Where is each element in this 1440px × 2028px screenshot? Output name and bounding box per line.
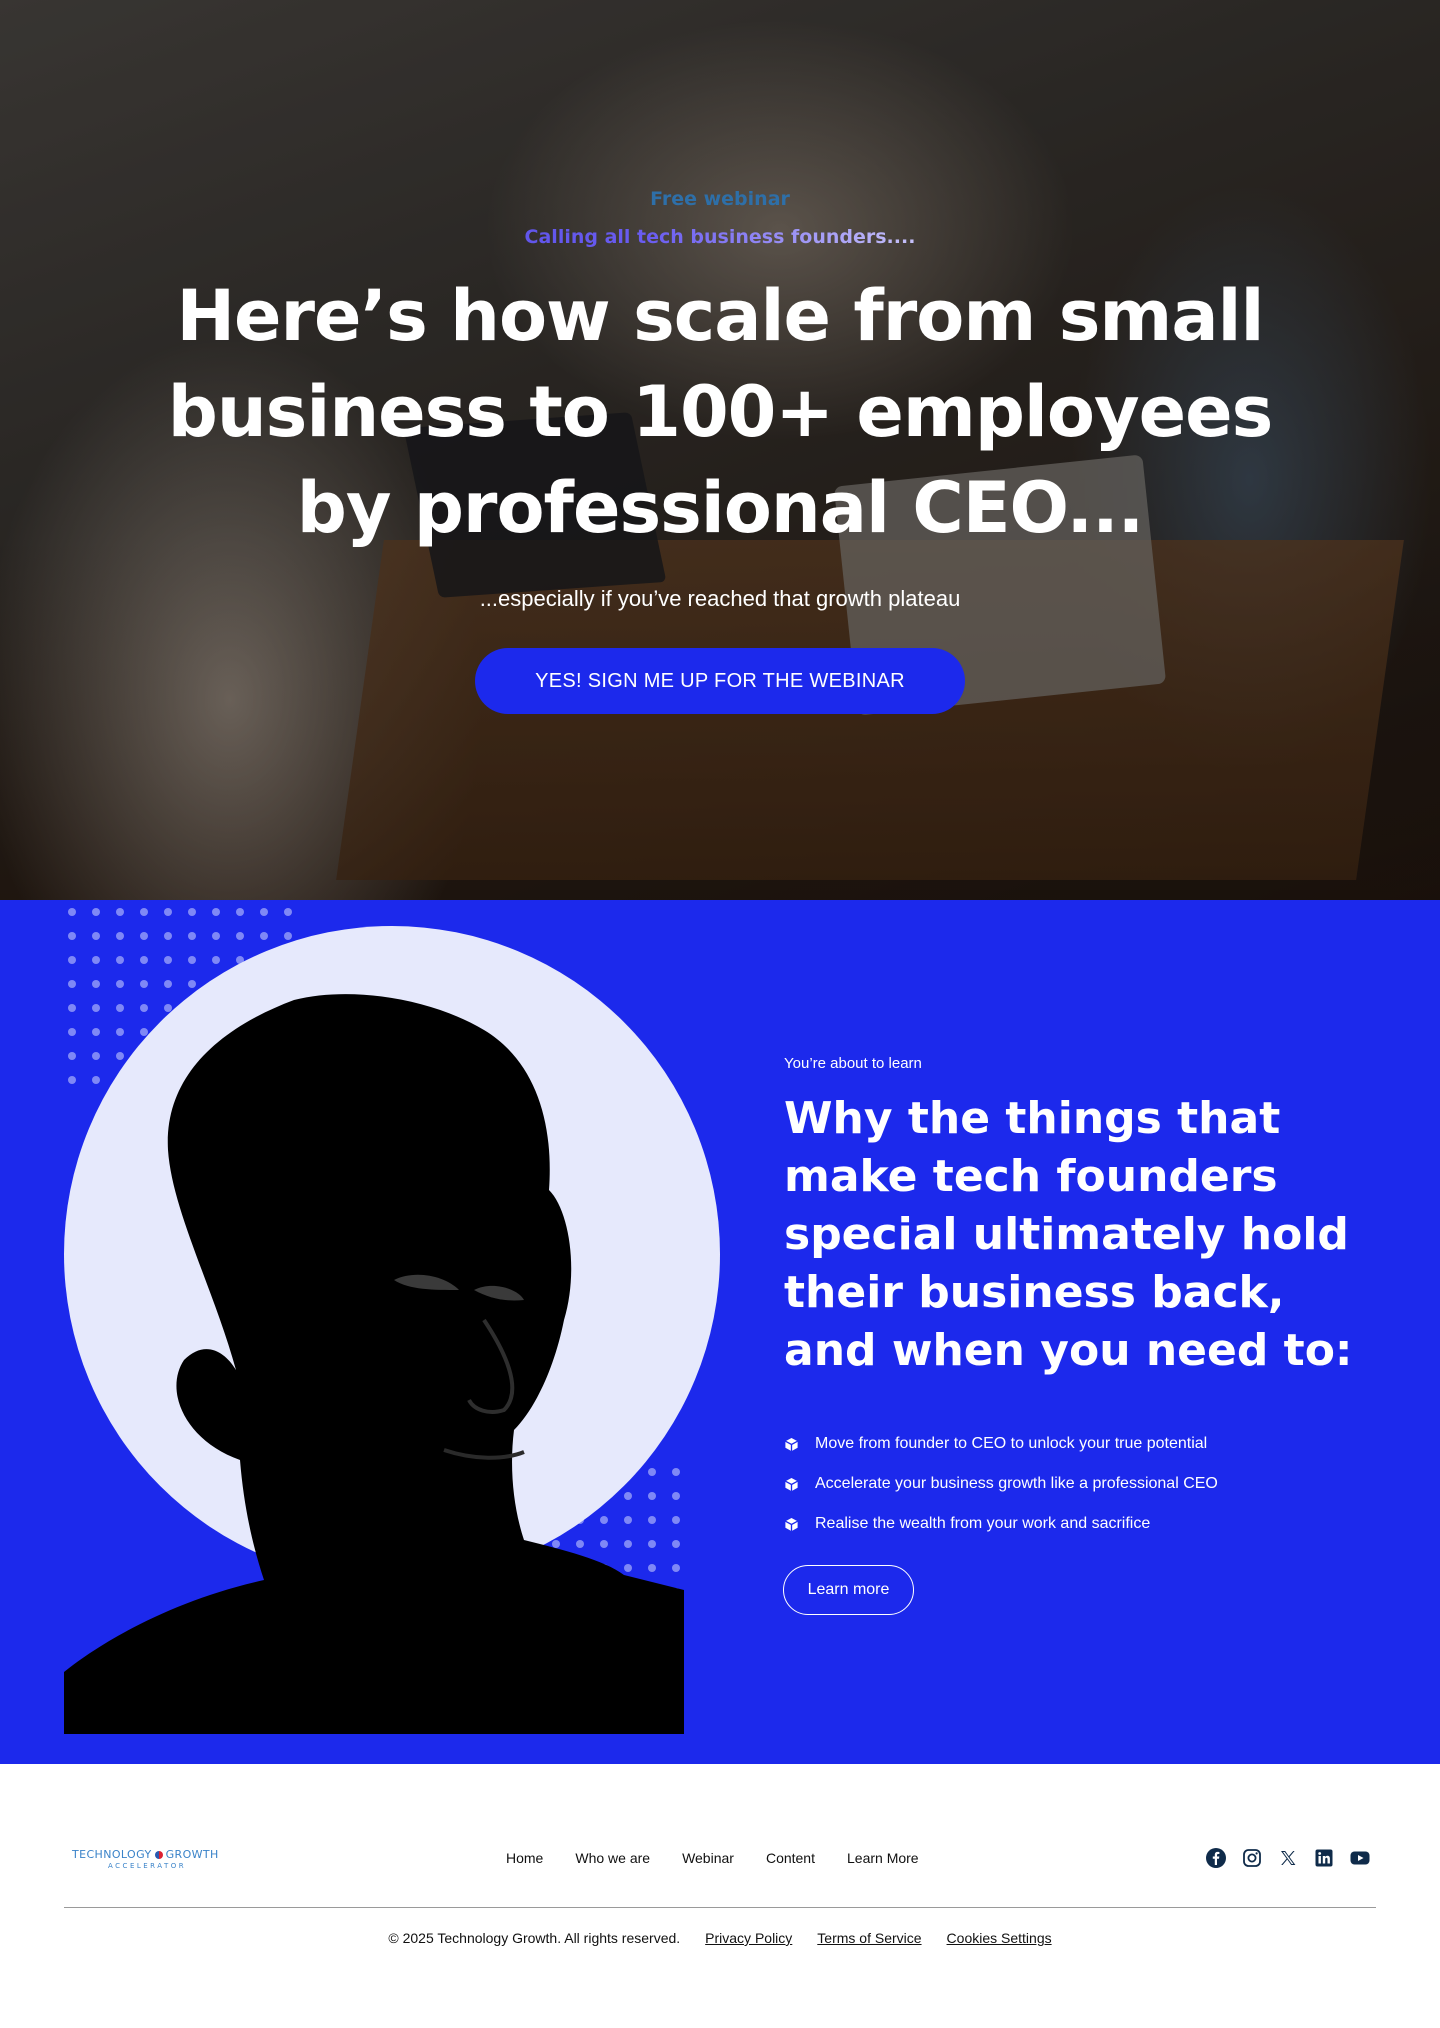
decorative-dot xyxy=(252,924,276,948)
bullet-text: Accelerate your business growth like a p… xyxy=(815,1475,1218,1492)
decorative-dot xyxy=(132,924,156,948)
footer-nav: Home Who we are Webinar Content Learn Mo… xyxy=(490,1850,935,1866)
decorative-dot xyxy=(156,900,180,924)
bullet-text: Realise the wealth from your work and sa… xyxy=(815,1515,1151,1532)
linkedin-icon[interactable] xyxy=(1314,1848,1334,1868)
decorative-dot xyxy=(108,900,132,924)
decorative-dot xyxy=(180,924,204,948)
decorative-dot xyxy=(84,900,108,924)
decorative-dot xyxy=(180,948,204,972)
decorative-dot xyxy=(84,924,108,948)
footer-divider xyxy=(64,1907,1376,1908)
decorative-dot xyxy=(84,948,108,972)
nav-link-content[interactable]: Content xyxy=(766,1850,815,1866)
hero-subeyebrow: Calling all tech business founders.... xyxy=(0,226,1440,248)
instagram-icon[interactable] xyxy=(1242,1848,1262,1868)
nav-link-learn-more[interactable]: Learn More xyxy=(847,1850,919,1866)
decorative-dot xyxy=(60,924,84,948)
social-links xyxy=(1206,1848,1370,1868)
footer: TECHNOLOGY GROWTH ACCELERATOR Home Who w… xyxy=(0,1764,1440,2028)
cube-icon xyxy=(785,1477,798,1491)
decorative-dot xyxy=(60,948,84,972)
privacy-policy-link[interactable]: Privacy Policy xyxy=(705,1930,792,1946)
learn-more-button[interactable]: Learn more xyxy=(783,1565,914,1615)
logo-mark-icon xyxy=(154,1850,163,1859)
company-logo[interactable]: TECHNOLOGY GROWTH ACCELERATOR xyxy=(72,1848,222,1874)
decorative-dot xyxy=(180,900,204,924)
hero-subtitle: ...especially if you’ve reached that gro… xyxy=(479,586,961,611)
hero-section: Free webinar Calling all tech business f… xyxy=(0,0,1440,900)
hero-eyebrow: Free webinar xyxy=(650,188,790,210)
webinar-signup-button[interactable]: YES! SIGN ME UP FOR THE WEBINAR xyxy=(475,648,965,714)
nav-link-home[interactable]: Home xyxy=(506,1850,543,1866)
decorative-dot xyxy=(108,948,132,972)
learn-section: You’re about to learn Why the things tha… xyxy=(0,900,1440,1764)
logo-subtext: ACCELERATOR xyxy=(108,1862,187,1870)
bullet-text: Move from founder to CEO to unlock your … xyxy=(815,1435,1208,1452)
x-icon[interactable] xyxy=(1278,1848,1298,1868)
learn-title: Why the things that make tech founders s… xyxy=(784,1093,1353,1376)
portrait-image xyxy=(64,994,684,1734)
decorative-dot xyxy=(60,900,84,924)
decorative-dot xyxy=(252,900,276,924)
logo-text: GROWTH xyxy=(165,1848,219,1861)
decorative-dot xyxy=(228,900,252,924)
decorative-dot xyxy=(204,924,228,948)
list-item: Realise the wealth from your work and sa… xyxy=(784,1504,1218,1544)
cube-icon xyxy=(785,1517,798,1531)
copyright-text: © 2025 Technology Growth. All rights res… xyxy=(388,1930,681,1946)
facebook-icon[interactable] xyxy=(1206,1848,1226,1868)
nav-link-who-we-are[interactable]: Who we are xyxy=(575,1850,650,1866)
decorative-dot xyxy=(156,924,180,948)
decorative-dot xyxy=(228,924,252,948)
logo-text: TECHNOLOGY xyxy=(72,1848,152,1861)
decorative-dot xyxy=(132,948,156,972)
decorative-dot xyxy=(204,948,228,972)
decorative-dot xyxy=(132,900,156,924)
nav-link-webinar[interactable]: Webinar xyxy=(682,1850,734,1866)
youtube-icon[interactable] xyxy=(1350,1848,1370,1868)
cube-icon xyxy=(785,1437,798,1451)
learn-eyebrow: You’re about to learn xyxy=(784,1055,922,1072)
footer-legal: © 2025 Technology Growth. All rights res… xyxy=(0,1930,1440,1946)
decorative-dot xyxy=(276,900,300,924)
terms-of-service-link[interactable]: Terms of Service xyxy=(817,1930,921,1946)
list-item: Accelerate your business growth like a p… xyxy=(784,1464,1218,1504)
list-item: Move from founder to CEO to unlock your … xyxy=(784,1424,1218,1464)
learn-bullet-list: Move from founder to CEO to unlock your … xyxy=(784,1424,1218,1544)
decorative-dot xyxy=(108,924,132,948)
hero-title: Here’s how scale from small business to … xyxy=(167,275,1274,549)
cookies-settings-link[interactable]: Cookies Settings xyxy=(947,1930,1052,1946)
decorative-dot xyxy=(156,948,180,972)
decorative-dot xyxy=(204,900,228,924)
